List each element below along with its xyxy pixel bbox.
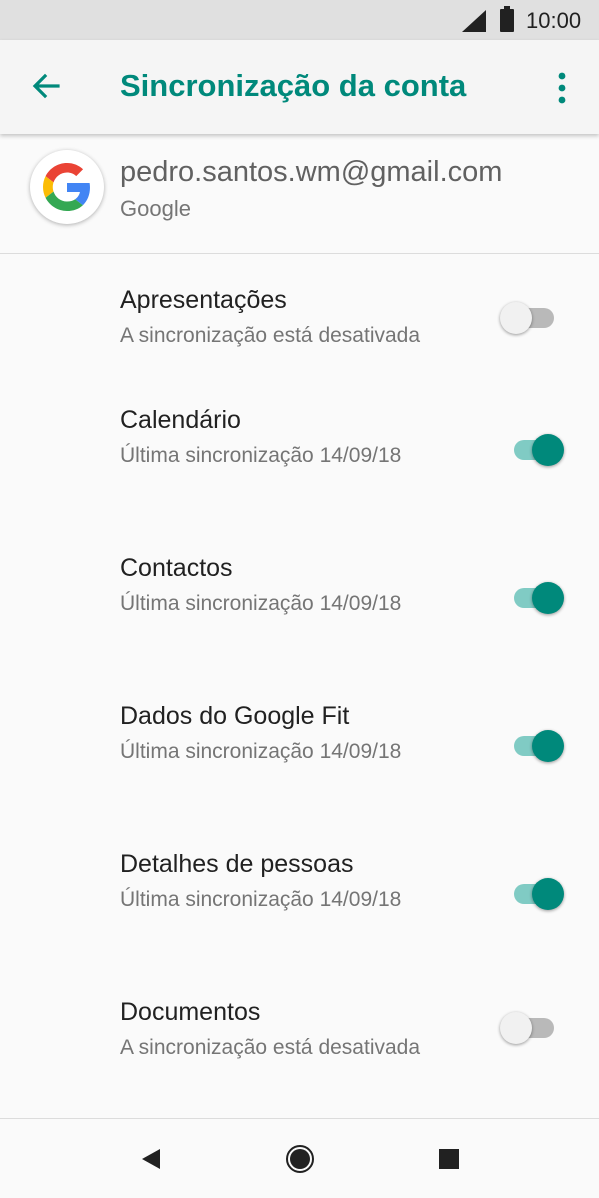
system-nav-bar	[0, 1118, 599, 1198]
toggle-thumb	[500, 302, 532, 334]
app-bar: Sincronização da conta	[0, 40, 599, 134]
sync-item-documentos[interactable]: Documentos A sincronização está desativa…	[0, 998, 599, 1088]
sync-item-title: Detalhes de pessoas	[120, 850, 354, 878]
toggle-thumb	[532, 582, 564, 614]
sync-item-detalhes-pessoas[interactable]: Detalhes de pessoas Última sincronização…	[0, 850, 599, 940]
sync-item-title: Dados do Google Fit	[120, 702, 350, 730]
sync-item-status: Última sincronização 14/09/18	[120, 740, 402, 763]
sync-item-title: Apresentações	[120, 286, 287, 314]
recents-square-icon[interactable]	[433, 1143, 465, 1175]
avatar	[30, 150, 104, 224]
status-bar: 10:00	[0, 0, 599, 40]
signal-icon	[462, 10, 486, 32]
more-vert-icon[interactable]	[548, 68, 576, 108]
back-triangle-icon[interactable]	[134, 1143, 166, 1175]
sync-item-status: A sincronização está desativada	[120, 324, 421, 347]
page-title: Sincronização da conta	[120, 68, 467, 103]
sync-toggle[interactable]	[498, 874, 568, 914]
sync-item-calendario[interactable]: Calendário Última sincronização 14/09/18	[0, 406, 599, 496]
sync-item-status: A sincronização está desativada	[120, 1036, 421, 1059]
account-provider: Google	[120, 196, 191, 221]
sync-toggle[interactable]	[498, 726, 568, 766]
sync-item-title: Contactos	[120, 554, 233, 582]
sync-item-title: Documentos	[120, 998, 261, 1026]
toggle-thumb	[532, 730, 564, 762]
sync-toggle[interactable]	[498, 298, 568, 338]
sync-toggle[interactable]	[498, 1008, 568, 1048]
toggle-thumb	[532, 434, 564, 466]
arrow-left-icon[interactable]	[28, 68, 64, 104]
sync-item-title: Calendário	[120, 406, 241, 434]
status-time: 10:00	[526, 8, 582, 33]
account-header: pedro.santos.wm@gmail.com Google	[0, 134, 599, 254]
toggle-thumb	[532, 878, 564, 910]
sync-toggle[interactable]	[498, 578, 568, 618]
sync-item-status: Última sincronização 14/09/18	[120, 444, 402, 467]
sync-item-google-fit[interactable]: Dados do Google Fit Última sincronização…	[0, 702, 599, 792]
toggle-thumb	[500, 1012, 532, 1044]
sync-item-status: Última sincronização 14/09/18	[120, 592, 402, 615]
google-g-logo	[43, 163, 90, 211]
sync-item-status: Última sincronização 14/09/18	[120, 888, 402, 911]
sync-item-contactos[interactable]: Contactos Última sincronização 14/09/18	[0, 554, 599, 644]
battery-icon	[500, 6, 514, 32]
sync-toggle[interactable]	[498, 430, 568, 470]
account-email: pedro.santos.wm@gmail.com	[120, 156, 503, 188]
sync-item-apresentacoes[interactable]: Apresentações A sincronização está desat…	[0, 286, 599, 376]
home-circle-icon[interactable]	[284, 1143, 316, 1175]
